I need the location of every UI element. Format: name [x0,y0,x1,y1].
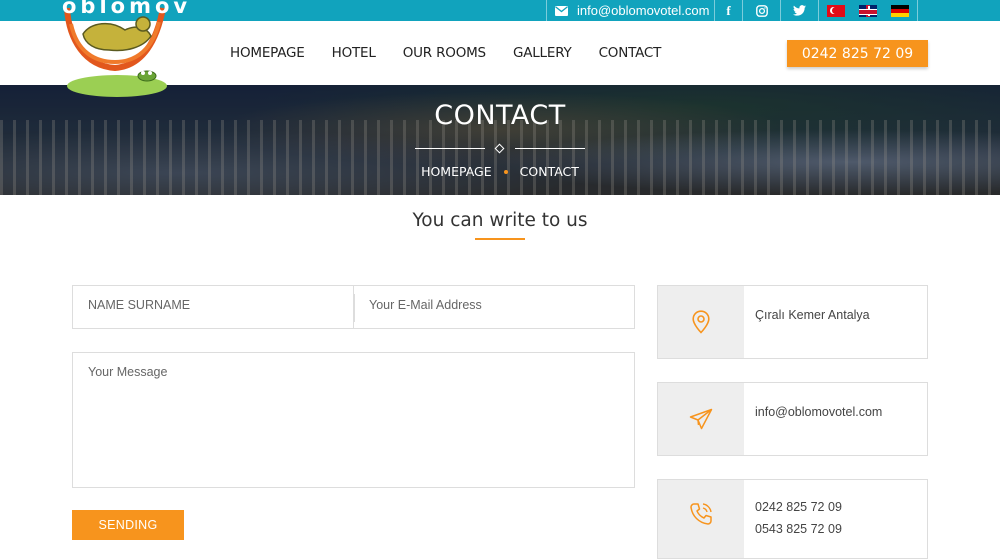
twitter-icon[interactable] [780,0,818,21]
phone-number-2[interactable]: 0543 825 72 09 [755,518,842,540]
address-text: Çıralı Kemer Antalya [755,308,870,322]
phone-list: 0242 825 72 09 0543 825 72 09 [755,496,842,540]
german-flag-icon[interactable] [891,4,909,17]
facebook-icon[interactable]: f [714,0,742,21]
message-field-wrapper [72,352,635,488]
name-field-wrapper [72,285,354,329]
phone-button[interactable]: 0242 825 72 09 [787,40,928,67]
name-input[interactable] [88,298,339,312]
nav-our-rooms[interactable]: OUR ROOMS [403,45,486,61]
nav-hotel[interactable]: HOTEL [332,45,376,61]
breadcrumb-homepage[interactable]: HOMEPAGE [421,164,492,179]
phone-card: 0242 825 72 09 0543 825 72 09 [657,479,928,559]
phone-number-1[interactable]: 0242 825 72 09 [755,496,842,518]
location-pin-icon [692,310,710,334]
section-title: You can write to us [412,210,588,231]
email-card: info@oblomovotel.com [657,382,928,456]
breadcrumb-current: CONTACT [519,164,579,179]
message-textarea[interactable] [88,365,619,449]
nav-gallery[interactable]: GALLERY [513,45,572,61]
logo-text: oblomov [62,0,192,18]
main-nav: HOMEPAGE HOTEL OUR ROOMS GALLERY CONTACT [230,21,661,85]
send-button[interactable]: SENDING [72,510,184,540]
topbar-email-text: info@oblomovotel.com [577,3,710,18]
turkish-flag-icon[interactable] [827,4,845,17]
breadcrumb-separator-icon [503,169,508,174]
section-title-underline [475,238,525,240]
english-flag-icon[interactable] [859,4,877,17]
nav-contact[interactable]: CONTACT [599,45,662,61]
phone-icon [690,503,712,525]
paper-plane-icon [689,408,713,430]
instagram-icon[interactable] [742,0,780,21]
nav-homepage[interactable]: HOMEPAGE [230,45,305,61]
title-divider [415,143,585,154]
email-input[interactable] [369,298,619,312]
breadcrumb: HOMEPAGE CONTACT [0,164,1000,179]
site-logo[interactable]: oblomov [55,0,187,115]
language-selector [818,0,918,21]
topbar-email-link[interactable]: info@oblomovotel.com [546,0,714,21]
email-text[interactable]: info@oblomovotel.com [755,401,882,423]
email-field-wrapper [353,285,635,329]
envelope-icon [555,5,568,16]
address-card: Çıralı Kemer Antalya [657,285,928,359]
main-header: oblomov HOMEPAGE HOTEL OUR ROOMS GALLERY… [0,0,1000,97]
